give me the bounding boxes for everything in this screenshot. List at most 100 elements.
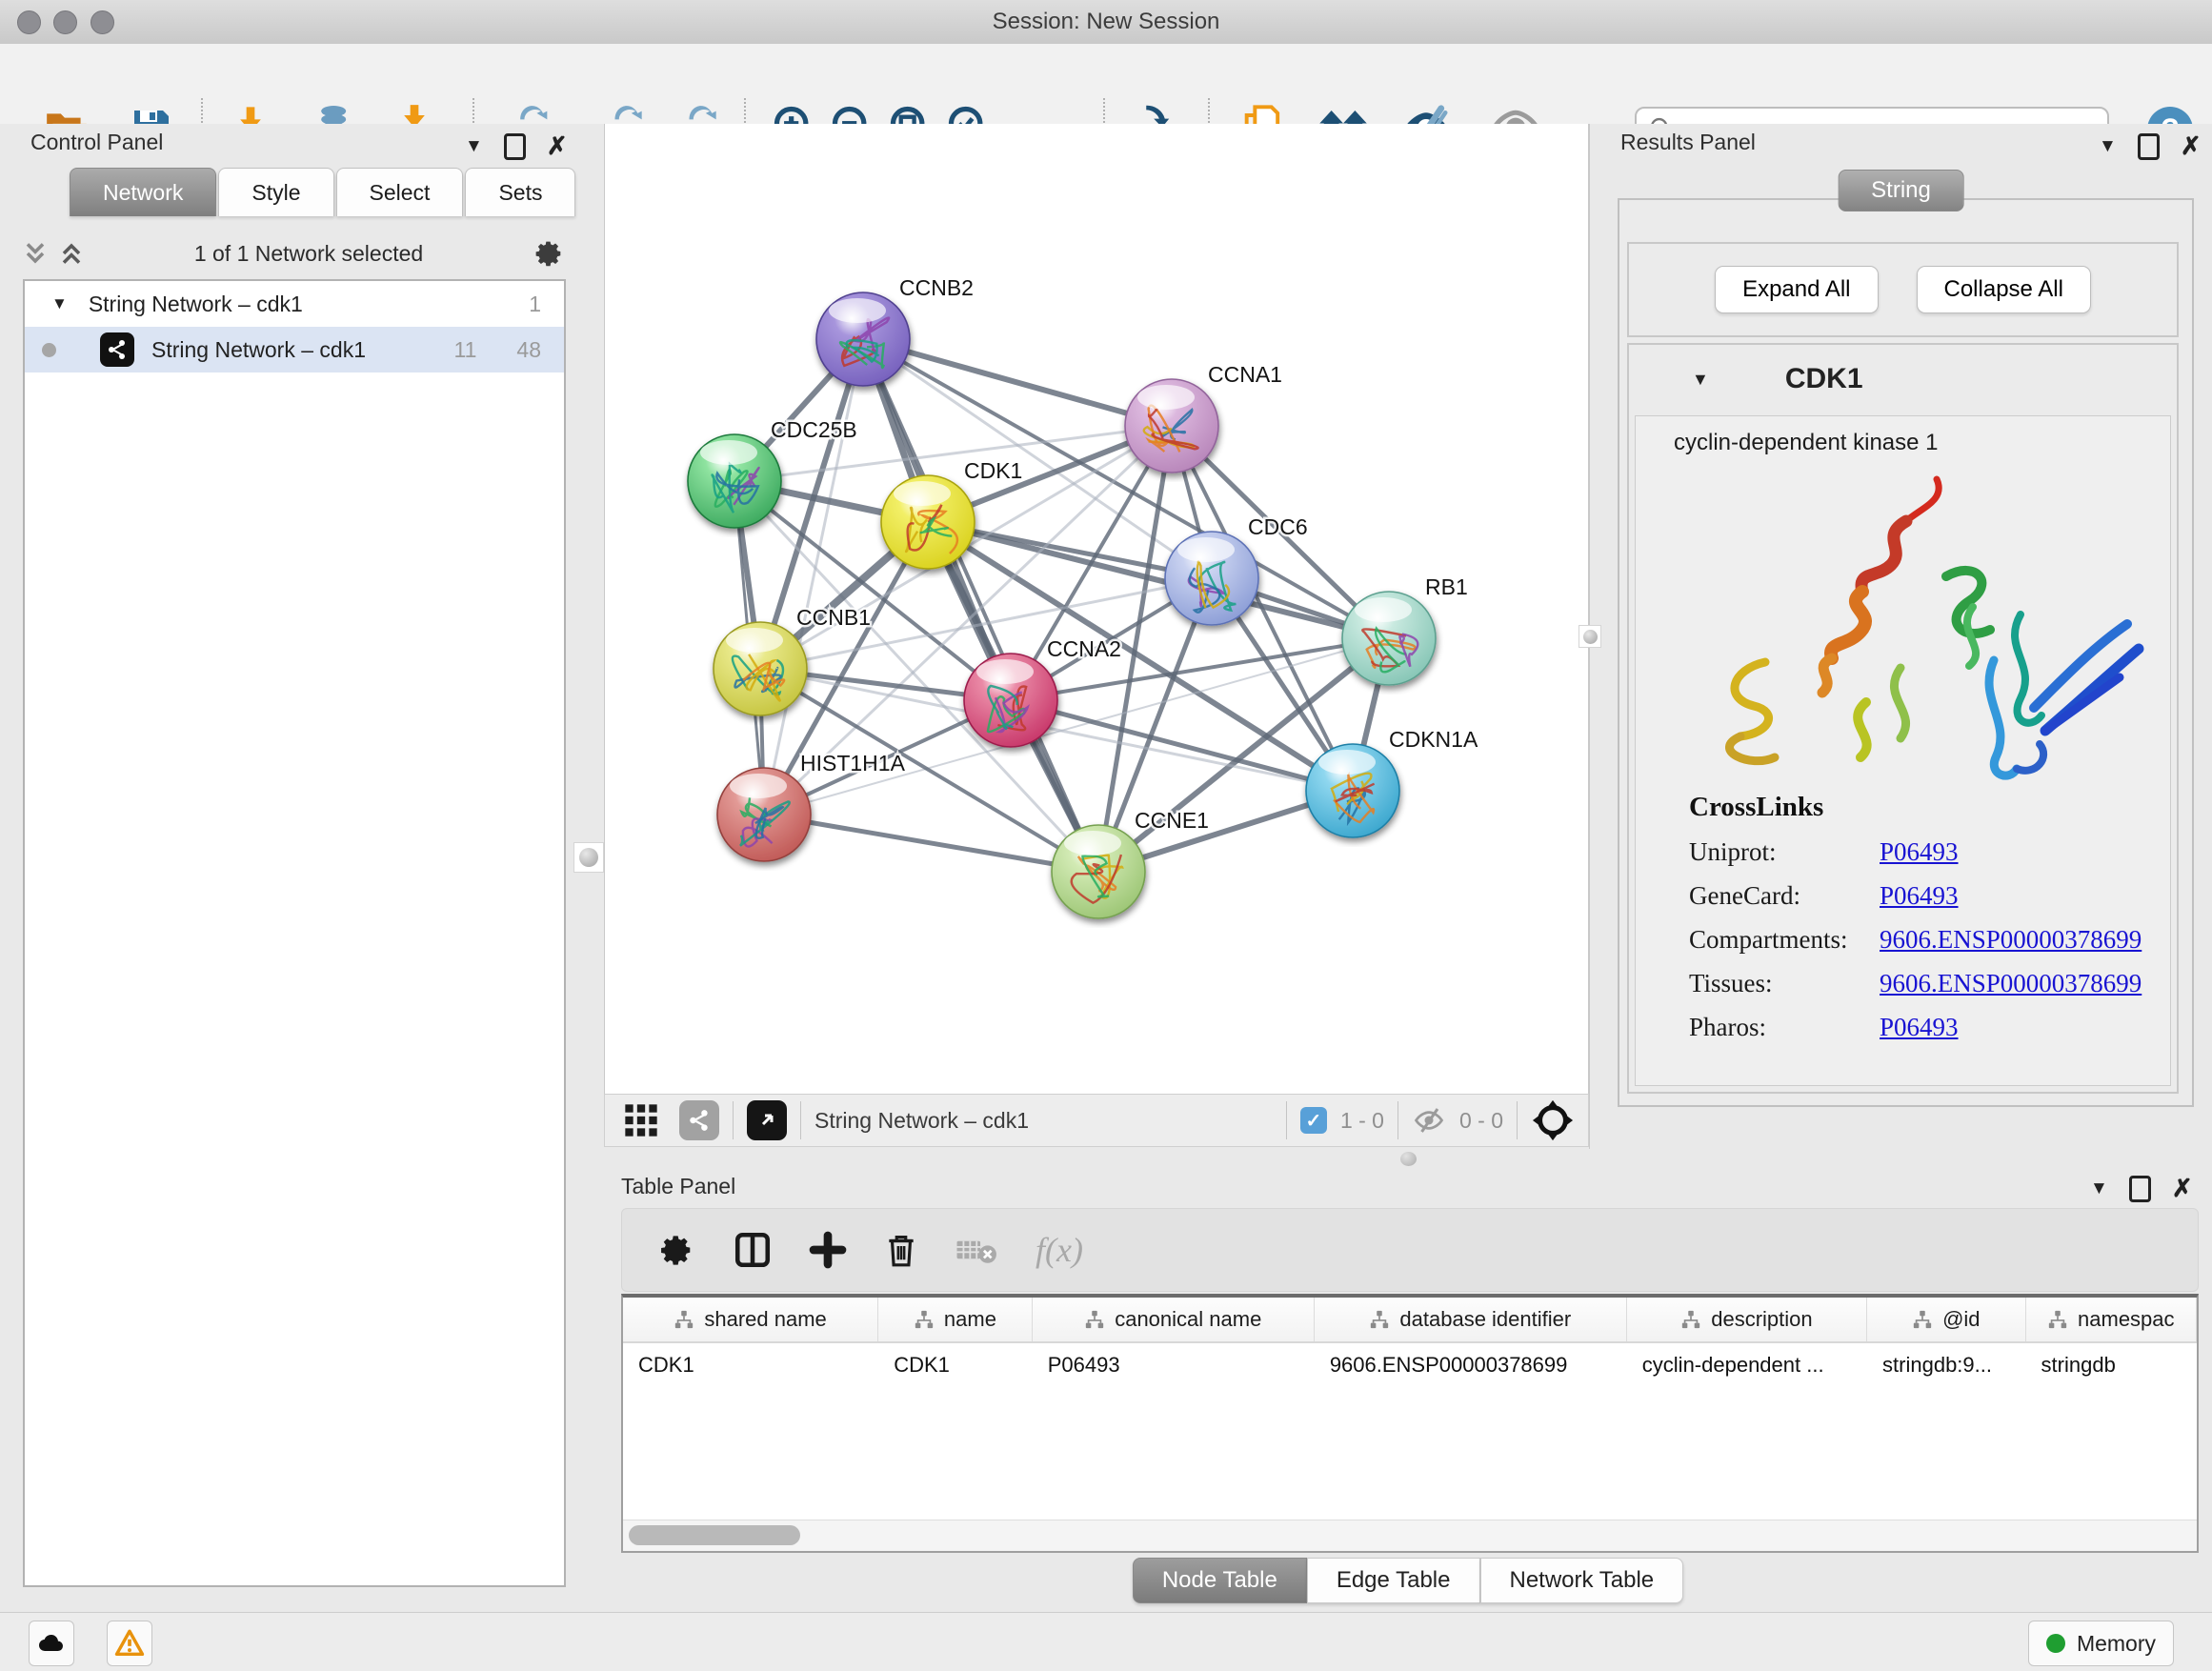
table-horizontal-scrollbar[interactable] [623,1520,2197,1551]
node-label-CCNE1: CCNE1 [1135,808,1209,833]
network-view-title: String Network – cdk1 [814,1108,1029,1134]
delete-column-trash-icon[interactable] [883,1232,919,1268]
edge-CCNB2-CCNA1[interactable] [863,339,1172,426]
collapse-all-icon[interactable] [23,238,48,269]
panel-close-icon[interactable]: ✗ [2181,131,2202,161]
network-view[interactable]: CCNB2CCNA1CDC25BCDK1CDC6RB1CCNB1CCNA2CDK… [604,124,1589,1094]
node-HIST1H1A[interactable] [717,768,811,861]
crosslink-link[interactable]: 9606.ENSP00000378699 [1880,925,2142,955]
node-CDKN1A[interactable] [1306,744,1399,837]
warning-button[interactable] [107,1621,152,1666]
memory-button[interactable]: Memory [2028,1621,2174,1666]
panel-float-icon[interactable] [504,133,526,160]
grid-view-icon[interactable] [622,1101,660,1139]
table-header-row: shared namenamecanonical namedatabase id… [623,1298,2197,1343]
table-cell[interactable]: stringdb:9... [1867,1343,2026,1387]
cloud-icon [36,1628,67,1659]
horizontal-splitter[interactable] [604,1147,2212,1172]
edge-CCNB2-HIST1H1A[interactable] [764,339,863,815]
tab-string[interactable]: String [1838,170,1964,211]
panel-collapse-icon[interactable]: ▼ [2090,1178,2108,1199]
delete-table-icon[interactable] [955,1228,999,1272]
collection-count: 1 [529,292,541,317]
tab-sets[interactable]: Sets [465,168,575,216]
column-header--id[interactable]: @id [1867,1298,2026,1341]
table-cell[interactable]: 9606.ENSP00000378699 [1315,1343,1627,1387]
panel-float-icon[interactable] [2138,133,2160,160]
node-CDK1[interactable] [881,475,975,569]
control-panel: Control Panel ▼ ✗ NetworkStyleSelectSets… [0,124,604,1612]
tab-select[interactable]: Select [336,168,464,216]
crosslink-link[interactable]: P06493 [1880,1013,1959,1042]
tree-expand-icon[interactable]: ▼ [51,294,68,313]
tab-style[interactable]: Style [218,168,333,216]
column-header-database-identifier[interactable]: database identifier [1315,1298,1627,1341]
function-builder-icon[interactable]: f(x) [1036,1230,1083,1270]
panel-close-icon[interactable]: ✗ [2172,1174,2193,1203]
panel-collapse-icon[interactable]: ▼ [2099,136,2117,157]
node-section-header[interactable]: ▼ CDK1 [1629,345,2177,413]
results-panel-window-buttons: ▼ ✗ [2099,131,2202,161]
crosslinks-section: CrossLinks Uniprot:P06493GeneCard:P06493… [1689,792,2142,1042]
network-row-selected[interactable]: String Network – cdk1 11 48 [25,327,564,372]
crosslink-link[interactable]: P06493 [1880,837,1959,867]
node-CDC6[interactable] [1165,532,1258,625]
fit-content-crosshair-icon[interactable] [1531,1098,1575,1142]
panel-collapse-icon[interactable]: ▼ [465,136,483,157]
expand-all-icon[interactable] [59,238,84,269]
tab-network[interactable]: Network [70,168,216,216]
network-list: ▼ String Network – cdk1 1 String Network… [23,279,566,1587]
selected-count: 1 - 0 [1340,1108,1384,1134]
node-RB1[interactable] [1342,592,1436,685]
node-CCNA2[interactable] [964,654,1057,747]
expand-all-button[interactable]: Expand All [1715,266,1878,313]
node-CCNA1[interactable] [1125,379,1218,473]
tab-network-table[interactable]: Network Table [1480,1558,1684,1603]
column-header-canonical-name[interactable]: canonical name [1033,1298,1315,1341]
table-settings-gear-icon[interactable] [658,1231,696,1269]
crosslink-link[interactable]: P06493 [1880,881,1959,911]
window-title: Session: New Session [0,9,2212,35]
table-cell[interactable]: CDK1 [623,1343,878,1387]
selected-nodes-checkbox[interactable]: ✓ [1300,1107,1327,1134]
network-share-icon[interactable] [679,1100,719,1140]
gear-icon[interactable] [533,237,566,270]
node-CCNB2[interactable] [816,292,910,386]
crosslink-link[interactable]: 9606.ENSP00000378699 [1880,969,2142,998]
node-label-CDK1: CDK1 [964,458,1022,483]
scrollbar-thumb[interactable] [629,1525,800,1545]
node-CDC25B[interactable] [688,434,781,528]
network-status-dot [42,343,56,357]
node-label-CDKN1A: CDKN1A [1389,727,1478,752]
add-column-plus-icon[interactable] [809,1231,847,1269]
column-header-name[interactable]: name [878,1298,1033,1341]
column-header-namespac[interactable]: namespac [2026,1298,2197,1341]
crosslink-row: Compartments:9606.ENSP00000378699 [1689,925,2142,955]
show-columns-icon[interactable] [733,1230,773,1270]
node-gloss-highlight [1355,597,1412,622]
column-header-description[interactable]: description [1627,1298,1867,1341]
horizontal-splitter-handle[interactable] [1400,1152,1417,1166]
section-collapse-icon[interactable]: ▼ [1692,370,1709,390]
column-header-shared-name[interactable]: shared name [623,1298,878,1341]
table-row[interactable]: CDK1CDK1P064939606.ENSP00000378699cyclin… [623,1343,2197,1387]
tab-node-table[interactable]: Node Table [1133,1558,1307,1603]
table-cell[interactable]: stringdb [2026,1343,2197,1387]
table-cell[interactable]: CDK1 [878,1343,1033,1387]
tab-edge-table[interactable]: Edge Table [1307,1558,1480,1603]
cloud-button[interactable] [29,1621,74,1666]
table-cell[interactable]: P06493 [1033,1343,1315,1387]
panel-float-icon[interactable] [2129,1176,2151,1202]
hidden-eye-icon[interactable] [1412,1103,1446,1137]
node-gloss-highlight [829,298,886,323]
node-CCNB1[interactable] [714,622,807,715]
node-CCNE1[interactable] [1052,825,1145,918]
birdseye-view-icon[interactable] [747,1100,787,1140]
right-splitter-handle[interactable] [1579,625,1601,648]
network-collection-row[interactable]: ▼ String Network – cdk1 1 [25,281,564,327]
app-window: Session: New Session [0,0,2212,1671]
left-splitter-handle[interactable] [573,842,604,873]
collapse-all-button[interactable]: Collapse All [1917,266,2091,313]
panel-close-icon[interactable]: ✗ [547,131,568,161]
table-cell[interactable]: cyclin-dependent ... [1627,1343,1867,1387]
